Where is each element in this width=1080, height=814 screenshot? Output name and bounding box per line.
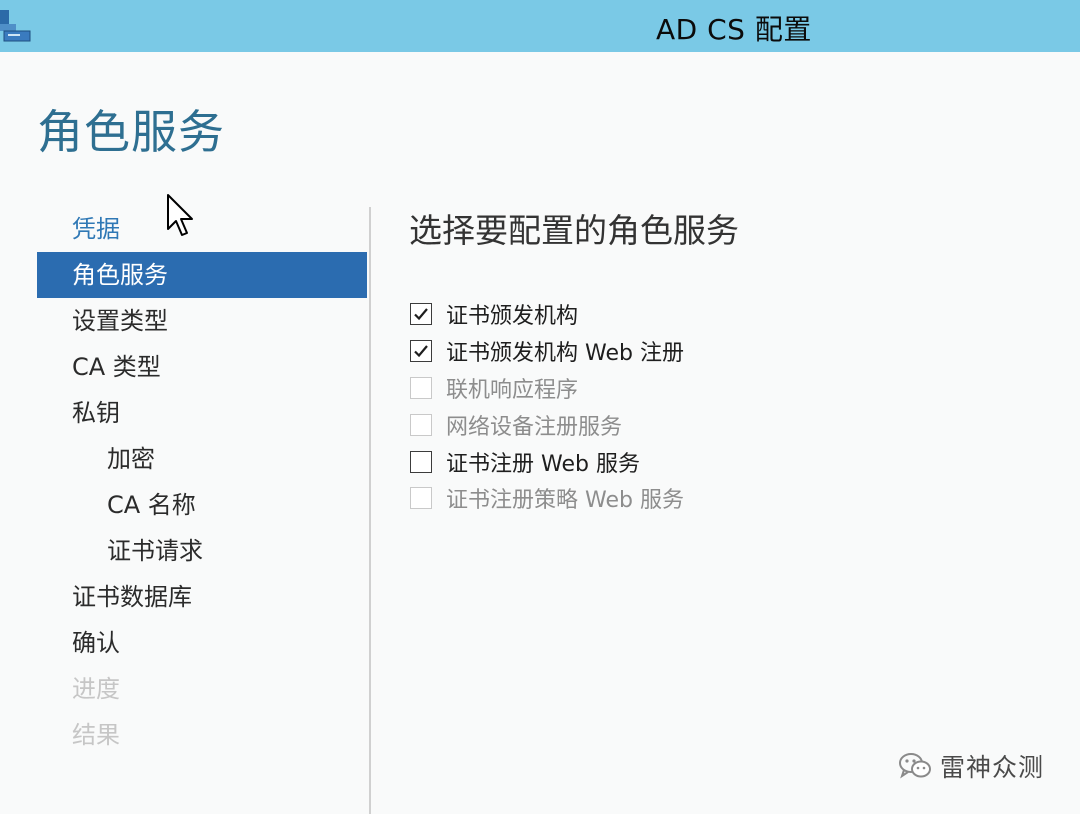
section-heading: 选择要配置的角色服务 [409, 211, 739, 250]
checkmark-icon [414, 345, 428, 358]
watermark: 雷神众测 [898, 748, 1044, 784]
role-service-option[interactable]: 证书颁发机构 Web 注册 [410, 333, 684, 370]
nav-step-item: 进度 [72, 675, 120, 703]
role-service-label: 证书注册策略 Web 服务 [446, 488, 684, 514]
role-service-option: 联机响应程序 [410, 370, 684, 407]
server-manager-icon [0, 10, 31, 42]
checkbox-unchecked [410, 413, 432, 436]
nav-step-item[interactable]: 证书数据库 [37, 574, 367, 620]
nav-step-item[interactable]: CA 名称 [37, 482, 367, 528]
nav-step-item: 结果 [72, 721, 120, 749]
role-services-list: 证书颁发机构证书颁发机构 Web 注册 联机响应程序网络设备注册服务 证书注册 We… [410, 296, 684, 517]
ad-cs-config-window: AD CS 配置 角色服务 凭据 角色服务 设置类型 CA 类型 私钥 加密 CA 名称 证书… [0, 0, 1080, 814]
mouse-cursor-icon [167, 194, 193, 236]
role-service-label: 证书注册 Web 服务 [446, 451, 640, 477]
wizard-steps-nav: 凭据 角色服务 设置类型 CA 类型 私钥 加密 CA 名称 证书请求 证书数据库 确认进度结果 [37, 206, 367, 758]
nav-step-item[interactable]: 设置类型 [37, 298, 367, 344]
role-service-option[interactable]: 证书颁发机构 [410, 296, 684, 333]
nav-step-item[interactable]: 私钥 [37, 390, 367, 436]
nav-step-item[interactable]: 加密 [37, 436, 367, 482]
checkbox-unchecked[interactable] [410, 450, 432, 473]
pane-divider [369, 207, 371, 814]
checkbox-checked[interactable] [410, 340, 432, 363]
watermark-text: 雷神众测 [940, 753, 1045, 782]
checkbox-checked[interactable] [410, 303, 432, 326]
page-title: 角色服务 [37, 105, 225, 159]
role-service-label: 网络设备注册服务 [446, 414, 623, 440]
role-service-label: 联机响应程序 [446, 377, 579, 403]
title-bar: AD CS 配置 [0, 0, 1080, 52]
checkmark-icon [414, 308, 428, 321]
checkbox-unchecked [410, 376, 432, 399]
nav-step-item[interactable]: CA 类型 [37, 344, 367, 390]
window-title: AD CS 配置 [656, 13, 812, 46]
nav-step-item[interactable]: 证书请求 [37, 528, 367, 574]
nav-step-item[interactable]: 角色服务 [37, 252, 367, 298]
role-service-option: 证书注册策略 Web 服务 [410, 480, 684, 517]
wechat-icon [899, 753, 931, 779]
role-service-option[interactable]: 证书注册 Web 服务 [410, 443, 684, 480]
nav-step-item[interactable]: 凭据 [37, 206, 367, 252]
role-service-label: 证书颁发机构 Web 注册 [446, 341, 684, 367]
nav-step-item[interactable]: 确认 [37, 620, 367, 666]
checkbox-unchecked [410, 487, 432, 510]
role-service-label: 证书颁发机构 [446, 304, 579, 330]
role-service-option: 网络设备注册服务 [410, 406, 684, 443]
